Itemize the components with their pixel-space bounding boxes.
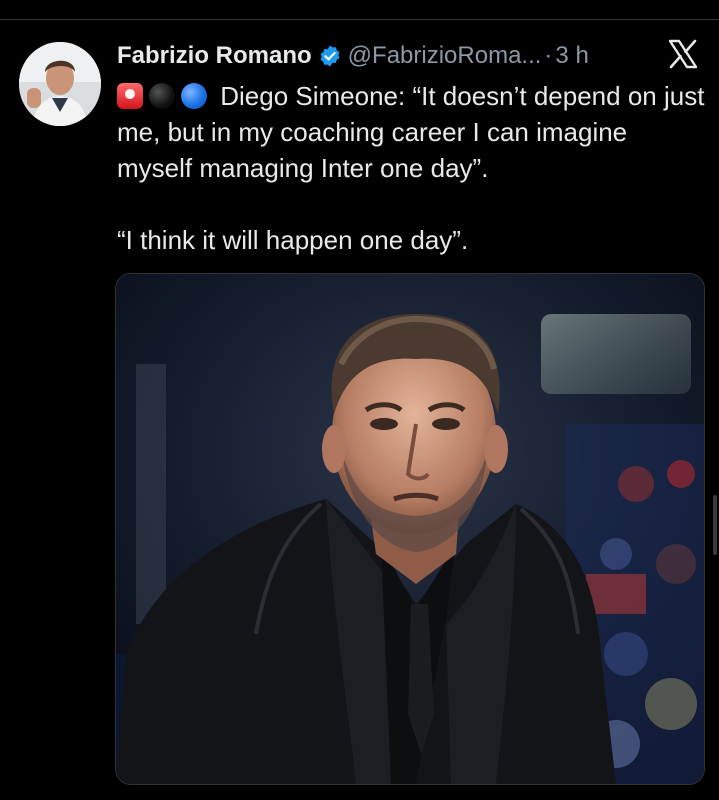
author-name[interactable]: Fabrizio Romano xyxy=(117,42,312,70)
tweet-paragraph-1: Diego Simeone: “It doesn’t depend on jus… xyxy=(117,78,707,186)
tweet-photo[interactable] xyxy=(115,273,705,785)
tweet-paragraph-2: “I think it will happen one day”. xyxy=(117,225,469,255)
author-handle[interactable]: @FabrizioRoma... xyxy=(348,42,542,70)
x-logo-icon[interactable] xyxy=(667,38,699,70)
top-divider xyxy=(0,19,719,20)
timestamp[interactable]: 3 h xyxy=(555,42,588,70)
scrollbar-thumb[interactable] xyxy=(713,495,717,555)
siren-emoji-icon xyxy=(117,83,143,109)
blue-circle-emoji-icon xyxy=(181,83,207,109)
black-circle-emoji-icon xyxy=(149,83,175,109)
avatar[interactable] xyxy=(19,42,101,126)
photo-image xyxy=(116,274,704,784)
tweet-text: Diego Simeone: “It doesn’t depend on jus… xyxy=(117,78,707,258)
tweet-header: Fabrizio Romano @FabrizioRoma... · 3 h xyxy=(117,38,699,74)
verified-badge-icon xyxy=(320,45,340,67)
separator-dot: · xyxy=(544,42,553,69)
